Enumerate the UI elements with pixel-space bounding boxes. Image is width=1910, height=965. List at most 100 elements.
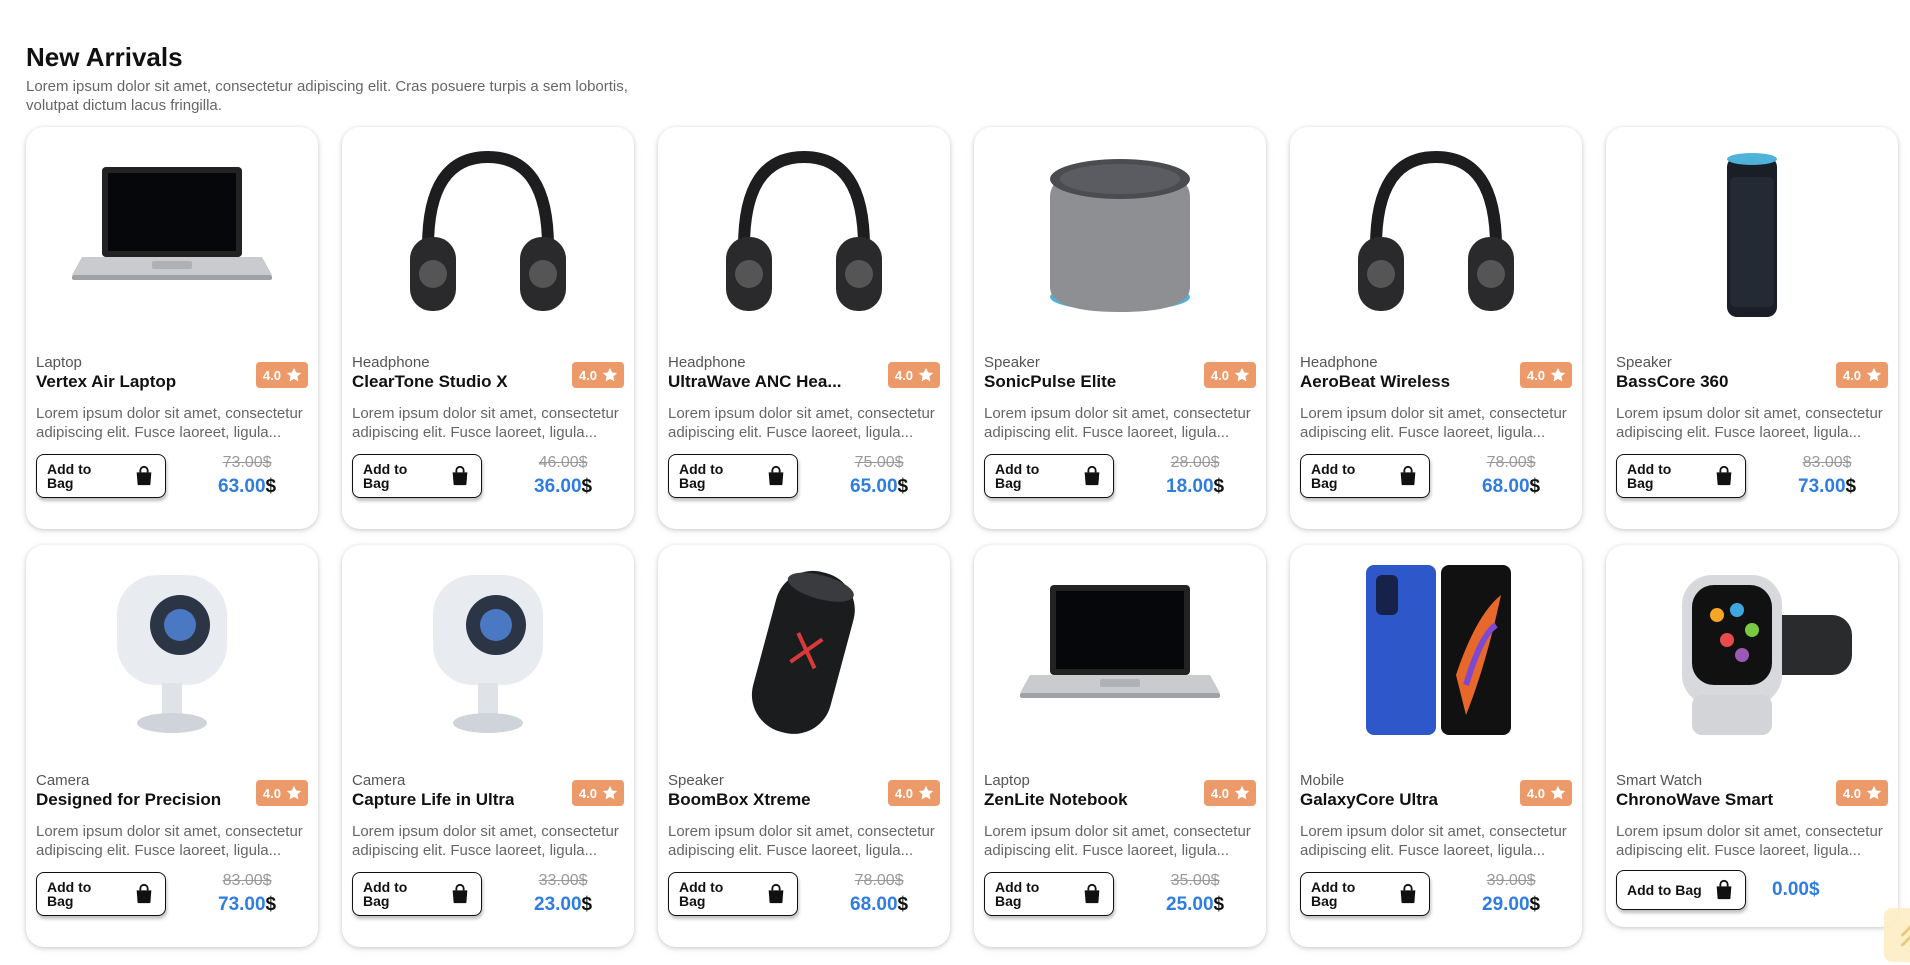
product-title[interactable]: Designed for Precision [36,790,221,810]
old-price: 75.00$ [854,454,904,471]
product-card[interactable]: Headphone AeroBeat Wireless 4.0 Lorem ip… [1290,127,1582,529]
price-value: 68.00 [1482,476,1530,497]
product-image[interactable] [658,545,950,760]
price-block: 35.00$ 25.00$ [1166,870,1224,918]
product-image[interactable] [1606,545,1898,760]
product-card[interactable]: Headphone ClearTone Studio X 4.0 Lorem i… [342,127,634,529]
price-block: 83.00$ 73.00$ [1798,452,1856,500]
product-image[interactable] [1290,545,1582,760]
add-to-bag-button[interactable]: Add to Bag [1300,872,1430,916]
price-block: 78.00$ 68.00$ [1482,452,1540,500]
add-to-bag-label: Add to Bag [995,461,1040,491]
price-currency: $ [265,894,277,915]
price-currency: $ [265,476,277,497]
add-to-bag-button[interactable]: Add to Bag [1616,870,1746,910]
rating-badge: 4.0 [571,362,624,388]
price-block: 46.00$ 36.00$ [534,452,592,500]
product-card[interactable]: Speaker BassCore 360 4.0 Lorem ipsum dol… [1606,127,1898,529]
add-to-bag-button[interactable]: Add to Bag [36,872,166,916]
rating-value: 4.0 [578,785,597,801]
add-to-bag-label: Add to Bag [1627,461,1672,491]
product-title[interactable]: ClearTone Studio X [352,372,508,392]
product-card[interactable]: Camera Capture Life in Ultra 4.0 Lorem i… [342,545,634,947]
product-card[interactable]: Mobile GalaxyCore Ultra 4.0 Lorem ipsum … [1290,545,1582,947]
rating-value: 4.0 [1842,367,1861,383]
price-block: 33.00$ 23.00$ [534,870,592,918]
star-icon [1866,367,1882,382]
rating-badge: 4.0 [1203,780,1256,806]
camera-icon [378,555,598,750]
add-to-bag-label: Add to Bag [1311,461,1356,491]
add-to-bag-button[interactable]: Add to Bag [668,454,798,498]
product-image[interactable] [1290,127,1582,342]
product-image[interactable] [1606,127,1898,342]
add-to-bag-button[interactable]: Add to Bag [984,872,1114,916]
rating-badge: 4.0 [1203,362,1256,388]
product-image[interactable] [974,127,1266,342]
headphone-icon [1326,137,1546,332]
headphone-icon [694,137,914,332]
add-to-bag-button[interactable]: Add to Bag [1616,454,1746,498]
product-image[interactable] [26,545,318,760]
current-price: 25.00$ [1166,892,1224,918]
price-currency: $ [581,476,593,497]
product-card[interactable]: Headphone UltraWave ANC Hea... 4.0 Lorem… [658,127,950,529]
current-price: 65.00$ [850,474,908,500]
product-card[interactable]: Laptop ZenLite Notebook 4.0 Lorem ipsum … [974,545,1266,947]
add-to-bag-button[interactable]: Add to Bag [668,872,798,916]
add-to-bag-label: Add to Bag [995,879,1040,909]
product-title[interactable]: UltraWave ANC Hea... [668,372,842,392]
rating-badge: 4.0 [255,362,308,388]
add-to-bag-button[interactable]: Add to Bag [1300,454,1430,498]
product-card[interactable]: Laptop Vertex Air Laptop 4.0 Lorem ipsum… [26,127,318,529]
price-value: 68.00 [850,894,898,915]
product-title[interactable]: GalaxyCore Ultra [1300,790,1438,810]
current-price: 23.00$ [534,892,592,918]
product-title[interactable]: Vertex Air Laptop [36,372,176,392]
rating-badge: 4.0 [1835,780,1888,806]
product-title[interactable]: ZenLite Notebook [984,790,1128,810]
product-card[interactable]: Speaker BoomBox Xtreme 4.0 Lorem ipsum d… [658,545,950,947]
old-price: 73.00$ [222,454,272,471]
product-title[interactable]: ChronoWave Smart [1616,790,1773,810]
laptop-icon [1010,555,1230,750]
rating-badge: 4.0 [571,780,624,806]
product-image[interactable] [974,545,1266,760]
product-description: Lorem ipsum dolor sit amet, consectetur … [984,405,1251,441]
add-to-bag-button[interactable]: Add to Bag [352,872,482,916]
current-price: 68.00$ [850,892,908,918]
price-currency: $ [1845,476,1857,497]
scroll-to-top-button[interactable] [1884,908,1910,962]
product-title[interactable]: AeroBeat Wireless [1300,372,1450,392]
product-title[interactable]: Capture Life in Ultra [352,790,514,810]
rating-value: 4.0 [262,785,281,801]
phone-icon [1326,555,1546,750]
product-card[interactable]: Camera Designed for Precision 4.0 Lorem … [26,545,318,947]
price-block: 28.00$ 18.00$ [1166,452,1224,500]
product-title[interactable]: SonicPulse Elite [984,372,1116,392]
current-price: 36.00$ [534,474,592,500]
rating-badge: 4.0 [255,780,308,806]
price-value: 63.00 [218,476,266,497]
product-title[interactable]: BoomBox Xtreme [668,790,811,810]
product-title[interactable]: BassCore 360 [1616,372,1728,392]
rating-value: 4.0 [1526,785,1545,801]
product-image[interactable] [658,127,950,342]
add-to-bag-button[interactable]: Add to Bag [36,454,166,498]
add-to-bag-button[interactable]: Add to Bag [352,454,482,498]
old-price: 39.00$ [1486,872,1536,889]
product-image[interactable] [342,545,634,760]
smartwatch-icon [1642,555,1862,750]
add-to-bag-label: Add to Bag [47,461,92,491]
price-currency: $ [581,894,593,915]
price-block: 83.00$ 73.00$ [218,870,276,918]
price-value: 73.00 [1798,476,1846,497]
product-card[interactable]: Speaker SonicPulse Elite 4.0 Lorem ipsum… [974,127,1266,529]
shopping-bag-icon [452,465,468,486]
product-card[interactable]: Smart Watch ChronoWave Smart 4.0 Lorem i… [1606,545,1898,927]
rating-value: 4.0 [1210,785,1229,801]
product-image[interactable] [342,127,634,342]
product-image[interactable] [26,127,318,342]
price-currency: $ [1213,894,1225,915]
add-to-bag-button[interactable]: Add to Bag [984,454,1114,498]
